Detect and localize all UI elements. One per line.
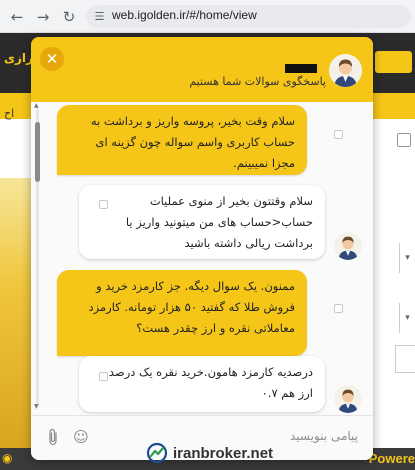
site-header-label[interactable]: رازی — [4, 51, 33, 65]
powered-by-text: Powere — [368, 451, 415, 466]
paperclip-icon[interactable] — [45, 428, 61, 446]
message-checkbox[interactable] — [334, 130, 343, 139]
page-input[interactable] — [395, 345, 415, 373]
agent-avatar — [334, 232, 362, 260]
message-checkbox[interactable] — [334, 304, 343, 313]
message-input[interactable]: پیامی بنویسید — [290, 429, 358, 443]
user-message: سلام وقت بخیر، پروسه واریز و برداشت به ح… — [57, 105, 307, 175]
scroll-up-icon[interactable]: ▲ — [34, 102, 39, 109]
back-arrow-icon[interactable]: ← — [6, 6, 28, 28]
agent-name-redacted — [285, 64, 317, 73]
chat-widget: ✕ پاسخگوی سوالات شما هستیم ▲ ▼ سلام وقت … — [31, 37, 373, 460]
watermark-text: iranbroker.net — [173, 444, 274, 462]
page-side-label: اح — [4, 107, 15, 120]
headset-icon: ◉ — [2, 451, 13, 465]
forward-arrow-icon[interactable]: → — [32, 6, 54, 28]
watermark: iranbroker.net — [146, 441, 273, 465]
page-banner-image — [0, 178, 32, 448]
chat-header: ✕ پاسخگوی سوالات شما هستیم — [31, 37, 373, 102]
agent-message: سلام وقتتون بخیر از منوی عملیات حساب<حسا… — [79, 185, 325, 259]
page-dropdown[interactable]: ▾ — [399, 303, 415, 333]
chat-scrollbar[interactable]: ▲ ▼ — [34, 102, 40, 411]
message-checkbox[interactable] — [99, 372, 108, 381]
agent-avatar — [329, 54, 362, 87]
message-checkbox[interactable] — [99, 200, 108, 209]
scroll-down-icon[interactable]: ▼ — [34, 403, 39, 410]
chat-messages[interactable]: ▲ ▼ سلام وقت بخیر، پروسه واریز و برداشت … — [31, 102, 373, 415]
page-dropdown[interactable]: ▾ — [399, 243, 415, 273]
page-accent-strip — [369, 93, 415, 119]
user-message: ممنون. یک سوال دیگه. جز کارمزد خرید و فر… — [57, 270, 307, 356]
close-icon[interactable]: ✕ — [40, 47, 64, 71]
address-bar[interactable]: ☰ web.igolden.ir/#/home/view — [86, 5, 411, 28]
browser-toolbar: ← → ↻ ☰ web.igolden.ir/#/home/view — [0, 0, 415, 33]
chat-subtitle: پاسخگوی سوالات شما هستیم — [189, 75, 326, 88]
iranbroker-logo-icon — [146, 442, 168, 464]
agent-message: درصدیه کارمزد هامون.خرید نقره یک درصد و … — [79, 356, 325, 412]
scroll-thumb[interactable] — [35, 122, 40, 182]
page-checkbox[interactable] — [397, 133, 411, 147]
site-info-icon[interactable]: ☰ — [92, 9, 107, 24]
site-header-button[interactable] — [375, 51, 412, 73]
url-text: web.igolden.ir/#/home/view — [112, 8, 257, 22]
agent-avatar — [334, 385, 362, 413]
reload-icon[interactable]: ↻ — [58, 6, 80, 28]
smiley-icon[interactable]: ☺ — [72, 428, 90, 446]
